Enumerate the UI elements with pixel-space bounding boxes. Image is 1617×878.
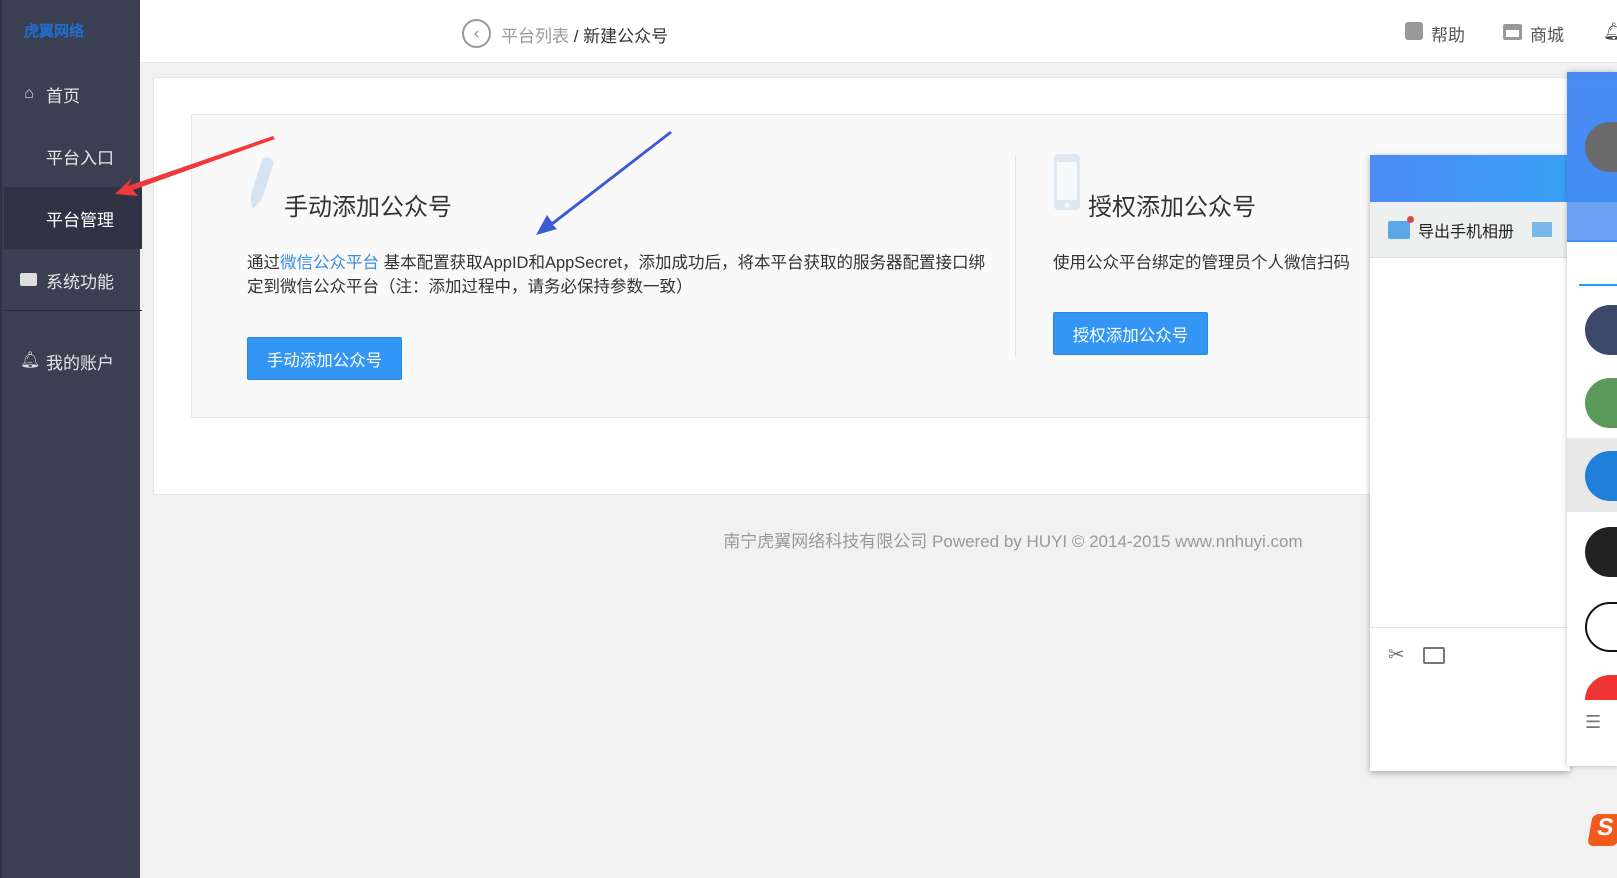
pencil-icon — [250, 157, 274, 210]
grid-icon — [20, 147, 38, 165]
menu-icon[interactable]: ☰ — [1585, 712, 1601, 733]
wechat-platform-link[interactable]: 微信公众平台 — [280, 254, 379, 272]
sidebar-item-label: 平台管理 — [46, 210, 114, 230]
sidebar-divider — [4, 310, 142, 311]
notification-bell-icon[interactable]: 🔔︎ — [1603, 22, 1617, 42]
breadcrumb-parent[interactable]: 平台列表 — [501, 27, 569, 46]
manual-title: 手动添加公众号 — [284, 194, 452, 221]
sidebar-item-home[interactable]: ⌂ 首页 — [4, 63, 142, 125]
qq-popup-toolbar: 导出手机相册 — [1370, 202, 1570, 258]
export-album-button[interactable]: 导出手机相册 — [1418, 218, 1514, 242]
sidebar-item-platform-manage[interactable]: 平台管理 — [4, 187, 142, 249]
folder-open-icon[interactable] — [1423, 647, 1445, 664]
sidebar-item-platform-entry[interactable]: 平台入口 — [4, 125, 142, 187]
help-link[interactable]: 帮助 — [1431, 21, 1465, 46]
sidebar-item-label: 我的账户 — [46, 353, 114, 373]
contact-avatar[interactable] — [1585, 675, 1617, 700]
scissors-icon[interactable]: ✂︎ — [1388, 642, 1405, 667]
auth-description: 使用公众平台绑定的管理员个人微信扫码 — [1053, 254, 1350, 272]
home-icon: ⌂ — [24, 85, 34, 102]
auth-add-button[interactable]: 授权添加公众号 — [1053, 312, 1208, 355]
qq-search-icon[interactable] — [1567, 202, 1617, 240]
sidebar-item-label: 系统功能 — [46, 272, 114, 292]
help-icon[interactable] — [1405, 22, 1423, 40]
monitor-icon — [20, 271, 38, 289]
sogou-ime-icon[interactable]: S — [1587, 814, 1617, 846]
sidebar-item-label: 平台入口 — [46, 148, 114, 168]
mall-link[interactable]: 商城 — [1530, 21, 1564, 46]
tab-messages[interactable] — [1579, 284, 1617, 286]
export-album-icon[interactable] — [1388, 215, 1414, 239]
qq-file-popup: 导出手机相册 ✂︎ — [1370, 155, 1570, 771]
qq-side-panel: ☰ — [1567, 72, 1617, 766]
contact-avatar[interactable] — [1585, 602, 1617, 652]
contact-avatar[interactable] — [1585, 527, 1617, 577]
grid-gear-icon — [20, 209, 38, 227]
logo: 虎翼网络 — [24, 23, 85, 40]
phone-icon — [1054, 154, 1080, 210]
back-button[interactable]: ‹ — [462, 19, 491, 48]
contact-avatar[interactable] — [1585, 378, 1617, 428]
sidebar: 虎翼网络 ⌂ 首页 平台入口 平台管理 系统功能 🔔︎ 我的账户 — [0, 0, 142, 878]
sidebar-item-system[interactable]: 系统功能 — [4, 249, 142, 311]
manual-description: 通过微信公众平台 基本配置获取AppID和AppSecret，添加成功后，将本平… — [247, 251, 997, 299]
breadcrumb-current: 新建公众号 — [583, 27, 669, 46]
bell-icon: 🔔︎ — [20, 352, 41, 369]
contact-avatar[interactable] — [1585, 305, 1617, 355]
folder-icon[interactable] — [1532, 222, 1553, 237]
shop-icon[interactable] — [1503, 24, 1522, 40]
topbar — [140, 0, 1617, 63]
sidebar-item-account[interactable]: 🔔︎ 我的账户 — [4, 330, 142, 392]
manual-add-button[interactable]: 手动添加公众号 — [247, 337, 402, 380]
breadcrumb: 平台列表 / 新建公众号 — [501, 22, 668, 47]
qq-popup-divider — [1370, 627, 1570, 628]
sidebar-item-label: 首页 — [46, 86, 80, 106]
qq-popup-header[interactable] — [1370, 155, 1570, 202]
desc-prefix: 通过 — [247, 254, 280, 272]
auth-title: 授权添加公众号 — [1088, 194, 1256, 221]
breadcrumb-separator: / — [569, 27, 584, 46]
panel-divider — [1015, 155, 1016, 356]
